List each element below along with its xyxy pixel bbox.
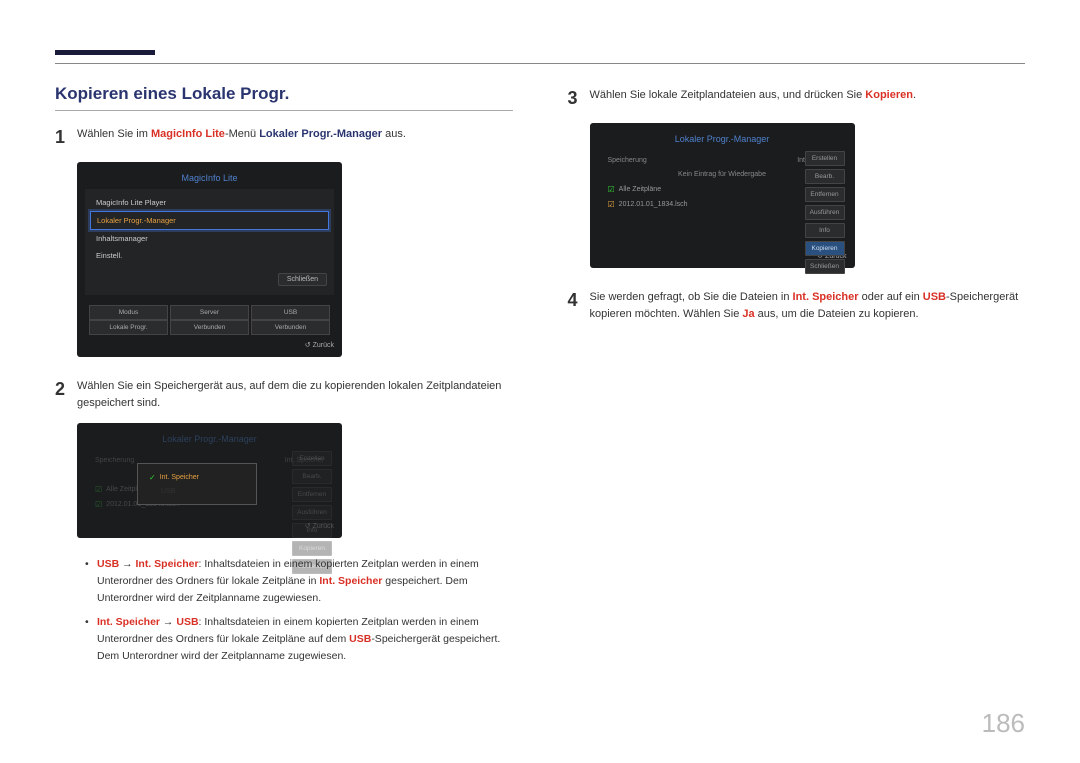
bullet-list: USB → Int. Speicher: Inhaltsdateien in e… [85, 556, 513, 665]
bullet-item: USB → Int. Speicher: Inhaltsdateien in e… [85, 556, 513, 606]
side-button[interactable]: Ausführen [805, 205, 845, 220]
menu-box: MagicInfo Lite Player Lokaler Progr.-Man… [85, 189, 334, 295]
screenshot-magicinfo-lite: MagicInfo Lite MagicInfo Lite Player Lok… [77, 162, 342, 357]
check-icon: ☑ [608, 185, 615, 194]
step-3-text: Wählen Sie lokale Zeitplandateien aus, u… [590, 84, 917, 113]
right-column: 3 Wählen Sie lokale Zeitplandateien aus,… [568, 84, 1026, 673]
storage-label: Speicherung [608, 157, 647, 164]
status-value: Verbunden [170, 320, 249, 335]
step-number: 4 [568, 286, 590, 324]
step-1-text: Wählen Sie im MagicInfo Lite-Menü Lokale… [77, 123, 406, 152]
check-icon: ☑ [608, 200, 615, 209]
screen1-title: MagicInfo Lite [85, 170, 334, 189]
step-2-text: Wählen Sie ein Speichergerät aus, auf de… [77, 375, 513, 413]
menu-item[interactable]: Inhaltsmanager [90, 230, 329, 247]
step-2: 2 Wählen Sie ein Speichergerät aus, auf … [55, 375, 513, 413]
side-button[interactable]: Bearb. [292, 469, 332, 484]
page-number: 186 [982, 708, 1025, 739]
step-3: 3 Wählen Sie lokale Zeitplandateien aus,… [568, 84, 1026, 113]
status-values: Lokale Progr. Verbunden Verbunden [85, 320, 334, 335]
side-button[interactable]: Entfernen [805, 187, 845, 202]
step-4: 4 Sie werden gefragt, ob Sie die Dateien… [568, 286, 1026, 324]
status-value: Verbunden [251, 320, 330, 335]
screen2-title: Lokaler Progr.-Manager [85, 431, 334, 450]
header-accent [55, 50, 155, 55]
step-1: 1 Wählen Sie im MagicInfo Lite-Menü Loka… [55, 123, 513, 152]
menu-item[interactable]: MagicInfo Lite Player [90, 194, 329, 211]
back-button[interactable]: Zurück [85, 516, 334, 530]
menu-item[interactable]: Einstell. [90, 247, 329, 264]
side-button[interactable]: Erstellen [292, 451, 332, 466]
back-button[interactable]: Zurück [85, 335, 334, 349]
page: Kopieren eines Lokale Progr. 1 Wählen Si… [0, 0, 1080, 703]
side-button[interactable]: Kopieren [292, 541, 332, 556]
screenshot-lpm-dimmed: Lokaler Progr.-Manager Speicherung Int. … [77, 423, 342, 538]
side-button[interactable]: Erstellen [805, 151, 845, 166]
screen3-title: Lokaler Progr.-Manager [598, 131, 847, 150]
top-divider [55, 63, 1025, 64]
status-header: Modus Server USB [85, 305, 334, 320]
popup-item[interactable]: USB [144, 485, 250, 498]
side-button[interactable]: Bearb. [805, 169, 845, 184]
screenshot-lpm-active: Lokaler Progr.-Manager Speicherung Int. … [590, 123, 855, 268]
side-button[interactable]: Entfernen [292, 487, 332, 502]
step-number: 2 [55, 375, 77, 413]
close-button[interactable]: Schließen [278, 273, 327, 286]
bullet-item: Int. Speicher → USB: Inhaltsdateien in e… [85, 614, 513, 664]
sidebar-buttons: Erstellen Bearb. Entfernen Ausführen Inf… [805, 151, 845, 274]
status-value: Lokale Progr. [89, 320, 168, 335]
step-number: 3 [568, 84, 590, 113]
left-column: Kopieren eines Lokale Progr. 1 Wählen Si… [55, 84, 513, 673]
content-columns: Kopieren eines Lokale Progr. 1 Wählen Si… [55, 84, 1025, 673]
menu-item-selected[interactable]: Lokaler Progr.-Manager [90, 211, 329, 230]
storage-popup: ✓Int. Speicher USB [137, 463, 257, 505]
status-label: Server [170, 305, 249, 320]
status-label: Modus [89, 305, 168, 320]
popup-item-selected[interactable]: ✓Int. Speicher [144, 470, 250, 485]
side-button[interactable]: Schließen [805, 259, 845, 274]
check-icon: ✓ [149, 473, 156, 482]
step-4-text: Sie werden gefragt, ob Sie die Dateien i… [590, 286, 1026, 324]
step-number: 1 [55, 123, 77, 152]
section-title: Kopieren eines Lokale Progr. [55, 84, 513, 111]
storage-label: Speicherung [95, 457, 134, 464]
side-button[interactable]: Info [805, 223, 845, 238]
copy-button-active[interactable]: Kopieren [805, 241, 845, 256]
status-label: USB [251, 305, 330, 320]
